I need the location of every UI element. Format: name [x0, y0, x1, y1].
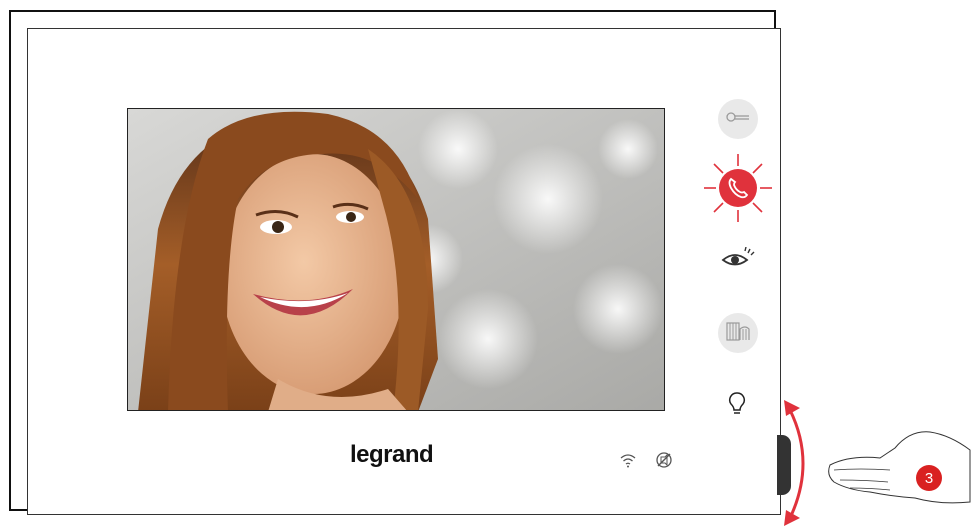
eye-icon	[721, 246, 755, 274]
video-feed-screen	[127, 108, 665, 411]
door-lock-button[interactable]	[718, 99, 758, 139]
gate-icon	[726, 321, 750, 346]
key-icon	[726, 110, 750, 128]
hand-gesture-icon	[828, 431, 971, 504]
bulb-icon	[728, 391, 746, 422]
answer-call-button[interactable]	[702, 152, 774, 229]
visitor-video-image	[128, 109, 664, 410]
phone-icon	[702, 152, 774, 229]
brand-logo: legrand	[350, 441, 434, 468]
light-button[interactable]	[724, 390, 750, 422]
camera-cycle-button[interactable]	[718, 313, 758, 353]
step-badge: 3	[916, 465, 942, 491]
camera-view-button[interactable]	[720, 246, 756, 274]
mute-icon	[655, 451, 673, 469]
rotate-arrow-icon	[784, 400, 805, 526]
wifi-icon	[619, 451, 637, 469]
